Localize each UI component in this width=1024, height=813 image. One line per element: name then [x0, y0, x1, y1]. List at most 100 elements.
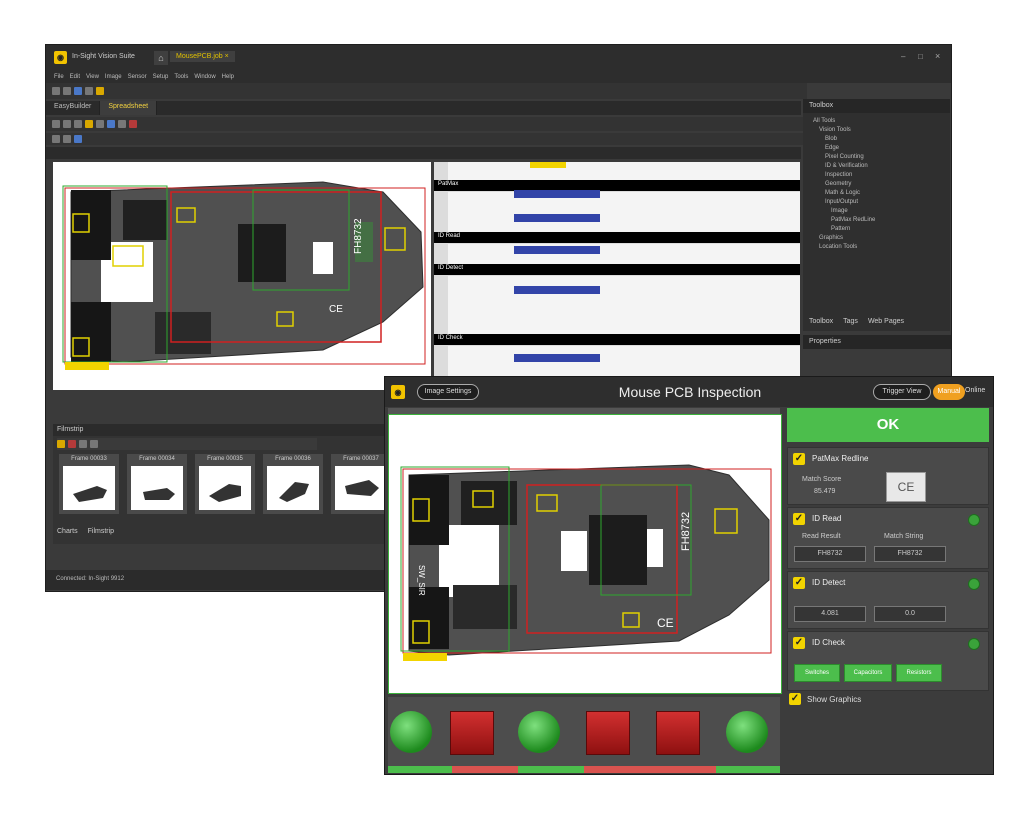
zoom-in-icon[interactable]	[52, 120, 60, 128]
tree-item[interactable]: Graphics	[813, 234, 950, 243]
spreadsheet-view[interactable]: PatMax ID Read ID Detect ID Check	[434, 162, 800, 390]
sheet-cell[interactable]	[514, 286, 600, 294]
document-tab[interactable]: MousePCB.job ×	[170, 51, 235, 62]
tab-web-pages[interactable]: Web Pages	[868, 318, 904, 325]
ce-mark: CE	[329, 304, 343, 315]
show-graphics-checkbox[interactable]: ✓	[789, 693, 801, 705]
menu-window[interactable]: Window	[194, 74, 215, 80]
result-strip-pass	[518, 766, 584, 773]
overall-status-ok: OK	[787, 408, 989, 442]
tree-item[interactable]: Edge	[813, 144, 950, 153]
graphics-icon[interactable]	[85, 120, 93, 128]
frame-thumbnail[interactable]: Frame 00037	[331, 454, 391, 514]
tree-item[interactable]: Pixel Counting	[813, 153, 950, 162]
record-icon[interactable]	[68, 440, 76, 448]
step-icon[interactable]	[79, 440, 87, 448]
show-graphics-toggle[interactable]: ✓ Show Graphics	[787, 691, 987, 707]
online-icon[interactable]	[96, 87, 104, 95]
image-settings-button[interactable]: Image Settings	[417, 384, 479, 400]
bold-icon[interactable]	[52, 135, 60, 143]
step-icon[interactable]	[90, 440, 98, 448]
sheet-cell[interactable]	[514, 354, 600, 362]
result-pass-indicator	[390, 711, 432, 753]
tree-item[interactable]: PatMax RedLine	[813, 216, 950, 225]
toolbox-tree: All Tools Vision Tools Blob Edge Pixel C…	[803, 113, 950, 252]
frame-thumbnail[interactable]: Frame 00033	[59, 454, 119, 514]
select-icon[interactable]	[107, 120, 115, 128]
match-string-value: FH8732	[874, 546, 946, 562]
switches-button[interactable]: Switches	[794, 664, 840, 682]
menu-view[interactable]: View	[86, 74, 99, 80]
region-icon[interactable]	[118, 120, 126, 128]
tree-item[interactable]: All Tools	[813, 117, 950, 126]
minimize-button[interactable]: –	[901, 52, 905, 61]
menu-edit[interactable]: Edit	[70, 74, 80, 80]
app-logo-icon: ◉	[391, 385, 405, 399]
frame-thumbnail[interactable]: Frame 00036	[263, 454, 323, 514]
menu-help[interactable]: Help	[222, 74, 234, 80]
menu-tools[interactable]: Tools	[174, 74, 188, 80]
tree-item[interactable]: ID & Verification	[813, 162, 950, 171]
frame-label: Frame 00036	[275, 456, 311, 462]
frame-thumbnail[interactable]: Frame 00035	[195, 454, 255, 514]
online-label[interactable]: Online	[965, 387, 985, 394]
record-icon[interactable]	[129, 120, 137, 128]
zoom-out-icon[interactable]	[63, 120, 71, 128]
sheet-cell[interactable]	[514, 214, 600, 222]
hmi-header: ◉ Image Settings Mouse PCB Inspection Tr…	[385, 377, 993, 407]
menu-file[interactable]: File	[54, 74, 64, 80]
menu-image[interactable]: Image	[105, 74, 122, 80]
row-header	[434, 162, 448, 390]
tree-item[interactable]: Vision Tools	[813, 126, 950, 135]
iddetect-value-1: 4.081	[794, 606, 866, 622]
tree-item[interactable]: Image	[813, 207, 950, 216]
mode-toggle[interactable]: Manual	[933, 384, 965, 400]
idcheck-checkbox[interactable]: ✓	[793, 637, 805, 649]
trigger-icon[interactable]	[74, 87, 82, 95]
sheet-cell[interactable]	[514, 246, 600, 254]
open-icon[interactable]	[52, 87, 60, 95]
pcb-image: FH8732 CE	[62, 181, 426, 370]
tab-tags[interactable]: Tags	[843, 318, 858, 325]
tab-filmstrip[interactable]: Filmstrip	[88, 528, 114, 535]
live-icon[interactable]	[85, 87, 93, 95]
tree-item[interactable]: Inspection	[813, 171, 950, 180]
iddetect-status-led	[968, 578, 980, 590]
fit-icon[interactable]	[74, 120, 82, 128]
patmax-checkbox[interactable]: ✓	[793, 453, 805, 465]
sheet-cell[interactable]	[514, 190, 600, 198]
frame-label: Frame 00037	[343, 456, 379, 462]
toolbox-title: Toolbox	[803, 99, 950, 113]
tab-toolbox[interactable]: Toolbox	[809, 318, 833, 325]
menu-sensor[interactable]: Sensor	[128, 74, 147, 80]
sheet-section-idread: ID Read	[434, 232, 800, 244]
maximize-button[interactable]: □	[918, 52, 923, 61]
pan-icon[interactable]	[96, 120, 104, 128]
fill-color-icon[interactable]	[74, 135, 82, 143]
formula-bar[interactable]	[46, 147, 801, 159]
resistors-button[interactable]: Resistors	[896, 664, 942, 682]
menu-setup[interactable]: Setup	[153, 74, 169, 80]
idread-checkbox[interactable]: ✓	[793, 513, 805, 525]
tab-spreadsheet[interactable]: Spreadsheet	[100, 101, 158, 115]
trigger-view-button[interactable]: Trigger View	[873, 384, 931, 400]
hmi-image-display[interactable]: FH8732 SW_SIR CE	[388, 414, 782, 694]
tree-item[interactable]: Pattern	[813, 225, 950, 234]
iddetect-checkbox[interactable]: ✓	[793, 577, 805, 589]
play-icon[interactable]	[57, 440, 65, 448]
home-icon[interactable]: ⌂	[154, 51, 168, 65]
italic-icon[interactable]	[63, 135, 71, 143]
tree-item[interactable]: Math & Logic	[813, 189, 950, 198]
image-display[interactable]: FH8732 CE	[53, 162, 431, 390]
tab-charts[interactable]: Charts	[57, 528, 78, 535]
save-icon[interactable]	[63, 87, 71, 95]
close-button[interactable]: ×	[935, 51, 940, 61]
tree-item[interactable]: Geometry	[813, 180, 950, 189]
tree-item[interactable]: Input/Output	[813, 198, 950, 207]
tree-item[interactable]: Blob	[813, 135, 950, 144]
capacitors-button[interactable]: Capacitors	[844, 664, 892, 682]
result-fail-indicator	[450, 711, 494, 755]
frame-thumbnail[interactable]: Frame 00034	[127, 454, 187, 514]
tab-easybuilder[interactable]: EasyBuilder	[46, 101, 101, 115]
tree-item[interactable]: Location Tools	[813, 243, 950, 252]
